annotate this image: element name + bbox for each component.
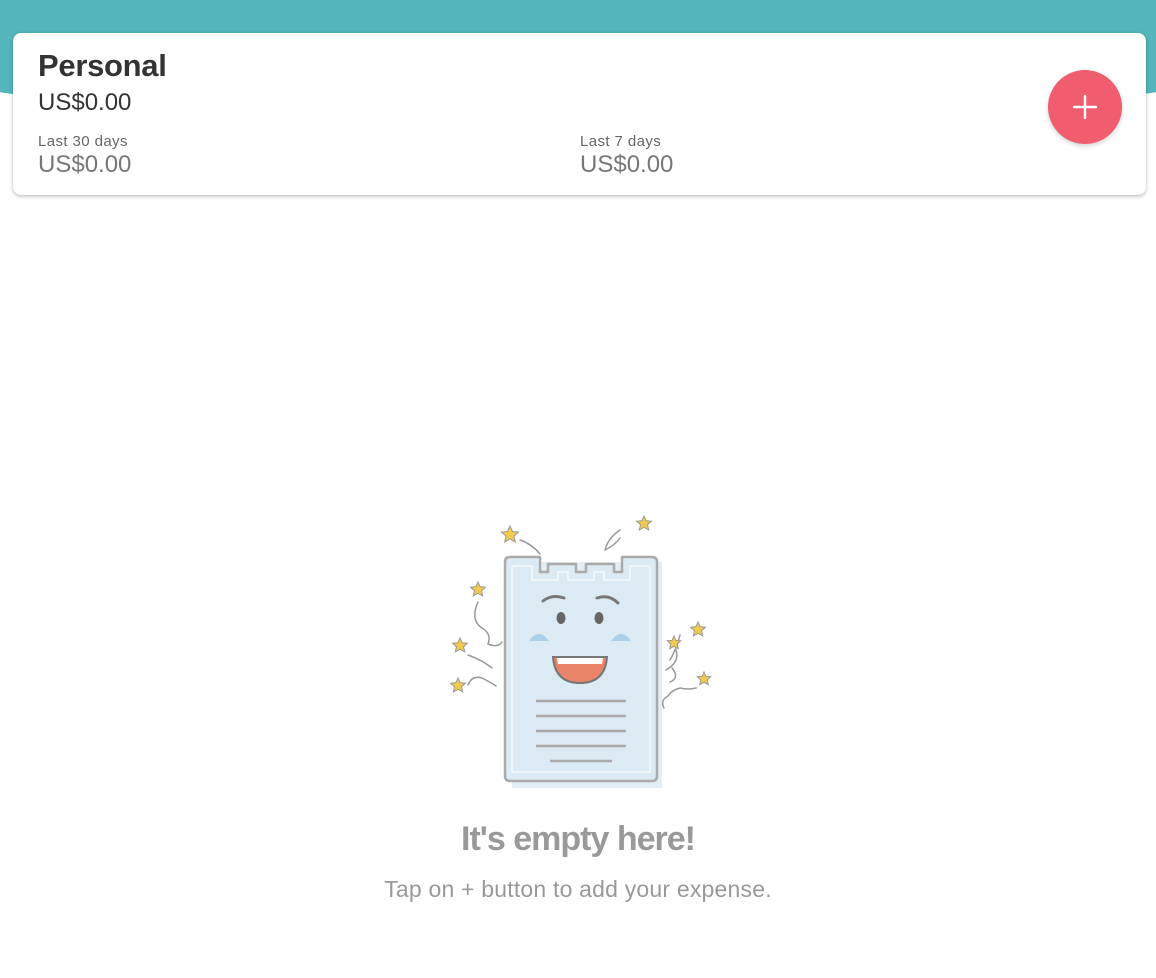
stat-label: Last 30 days — [38, 133, 128, 150]
stat-value: US$0.00 — [580, 151, 674, 178]
plus-icon — [1072, 94, 1098, 120]
stat-last-7-days: Last 7 days US$0.00 — [580, 133, 673, 179]
account-total: US$0.00 — [38, 89, 132, 116]
account-name: Personal — [38, 48, 167, 83]
add-expense-button[interactable] — [1048, 70, 1122, 144]
expenses-screen: Personal US$0.00 Last 30 days US$0.00 La… — [0, 0, 1156, 978]
stat-value: US$0.00 — [38, 151, 132, 178]
empty-state-title: It's empty here! — [461, 820, 696, 858]
empty-state-subtitle: Tap on + button to add your expense. — [384, 876, 772, 902]
stat-label: Last 7 days — [580, 133, 662, 150]
stat-last-30-days: Last 30 days US$0.00 — [38, 133, 131, 179]
account-summary-card: Personal US$0.00 Last 30 days US$0.00 La… — [13, 33, 1146, 195]
happy-receipt-illustration — [449, 514, 713, 788]
